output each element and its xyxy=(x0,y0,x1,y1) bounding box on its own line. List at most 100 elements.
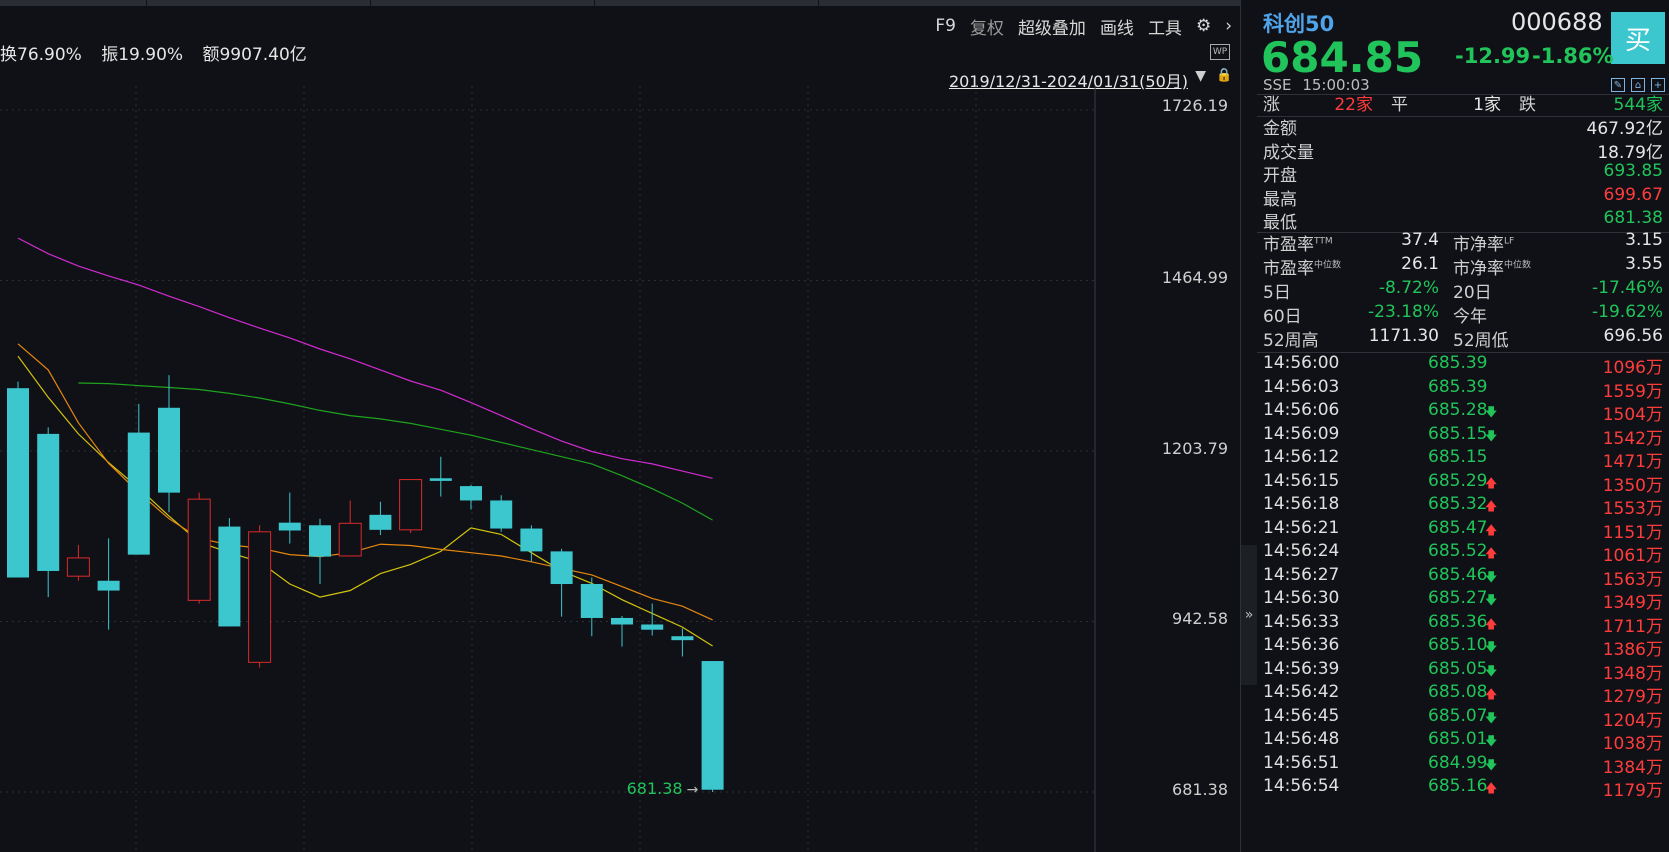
candle[interactable] xyxy=(97,538,120,630)
candle[interactable] xyxy=(369,501,392,536)
candle[interactable] xyxy=(37,427,60,598)
amplitude: 振19.90% xyxy=(101,45,184,65)
candlestick-chart[interactable]: 681.38 → xyxy=(0,86,1110,852)
candle[interactable] xyxy=(338,500,362,557)
price-axis-tick: 1464.99 xyxy=(1161,268,1228,287)
panel-divider xyxy=(1240,0,1241,852)
trade-price: 685.29 xyxy=(1428,470,1488,491)
f9-button[interactable]: F9 xyxy=(935,16,956,36)
valuation-row: 市盈率TTM 37.4 市净率LF 3.15 xyxy=(1263,230,1663,255)
arrow-down-icon: 🡇 xyxy=(1485,734,1498,748)
tools-button[interactable]: 工具 xyxy=(1148,14,1182,39)
draw-line-button[interactable]: 画线 xyxy=(1100,14,1134,39)
trade-price: 685.07 xyxy=(1428,705,1488,726)
lock-icon[interactable]: 🔒 xyxy=(1216,68,1232,84)
overlay-button[interactable]: 超级叠加 xyxy=(1018,14,1086,39)
trade-volume: 1038万 xyxy=(1602,734,1663,754)
stat-label: 金额 xyxy=(1263,119,1297,139)
arrow-up-icon: 🡅 xyxy=(1485,616,1498,631)
candle[interactable] xyxy=(460,484,482,510)
perf-row: 5日 -8.72% 20日 -17.46% xyxy=(1263,278,1663,303)
trade-amount: 额9907.40亿 xyxy=(202,45,307,65)
trade-row: 14:56:06 685.28 🡇 1504万 xyxy=(1263,400,1663,425)
trade-row: 14:56:36 685.10 🡇 1386万 xyxy=(1263,635,1663,660)
trade-price: 685.39 xyxy=(1428,353,1488,373)
trade-row: 14:56:12 685.15 1471万 xyxy=(1263,447,1663,472)
moving-average-line xyxy=(17,343,713,621)
up-count: 22家 xyxy=(1334,95,1373,115)
candle[interactable] xyxy=(278,492,301,544)
candle[interactable] xyxy=(520,525,543,562)
pb-value: 3.15 xyxy=(1625,230,1663,250)
trade-row: 14:56:24 685.52 🡅 1061万 xyxy=(1263,541,1663,566)
valuation-row: 市盈率中位数 26.1 市净率中位数 3.55 xyxy=(1263,254,1663,279)
price-change-pct: -1.86% xyxy=(1532,44,1614,68)
candle[interactable] xyxy=(580,577,603,637)
candle-body xyxy=(7,388,29,578)
candle[interactable] xyxy=(550,548,573,617)
candle-body xyxy=(671,636,694,641)
stat-row: 开盘 693.85 xyxy=(1263,161,1663,186)
candle[interactable] xyxy=(127,403,150,555)
candle-body xyxy=(611,617,633,625)
gear-icon[interactable]: ⚙ xyxy=(1196,16,1211,36)
up-label: 涨 xyxy=(1263,95,1280,115)
trade-volume: 1711万 xyxy=(1602,616,1663,637)
trade-row: 14:56:33 685.36 🡅 1711万 xyxy=(1263,612,1663,637)
caret-down-icon[interactable]: ▼ xyxy=(1195,68,1206,84)
stat-row: 金额 467.92亿 xyxy=(1263,114,1663,139)
arrow-down-icon: 🡇 xyxy=(1485,710,1498,725)
collapse-handle[interactable]: » xyxy=(1241,545,1257,685)
last-price: 684.85 xyxy=(1261,33,1424,82)
stat-value: 681.38 xyxy=(1603,208,1663,228)
arrow-down-icon: 🡇 xyxy=(1485,593,1498,607)
candle[interactable] xyxy=(641,603,664,636)
trade-volume: 1096万 xyxy=(1602,358,1663,378)
trade-price: 685.46 xyxy=(1428,564,1488,585)
fuquan-button[interactable]: 复权 xyxy=(970,14,1004,39)
candle-body xyxy=(550,551,573,585)
arrow-down-icon: 🡇 xyxy=(1485,428,1498,443)
market-breadth-row: 涨 22家 平 1家 跌 544家 xyxy=(1263,90,1663,115)
trade-price: 685.08 xyxy=(1428,682,1488,702)
wp-icon[interactable]: WP xyxy=(1210,44,1230,60)
trade-price: 685.28 xyxy=(1428,400,1488,420)
perf-label: 20日 xyxy=(1453,283,1492,303)
trade-volume: 1279万 xyxy=(1602,687,1663,707)
chart-info-bar: 换76.90% 振19.90% 额9907.40亿 xyxy=(0,40,321,65)
low-marker-arrow-icon: → xyxy=(687,782,699,798)
price-axis-tick: 942.58 xyxy=(1172,609,1228,628)
candle[interactable] xyxy=(158,375,180,513)
candle[interactable] xyxy=(701,661,724,792)
down-label: 跌 xyxy=(1519,95,1536,115)
stat-row: 最低 681.38 xyxy=(1263,208,1663,233)
week52-high-label: 52周高 xyxy=(1263,331,1319,351)
trade-volume: 1179万 xyxy=(1602,781,1663,801)
candle[interactable] xyxy=(490,495,513,532)
perf-value: -19.62% xyxy=(1592,302,1663,322)
chevron-right-icon[interactable]: › xyxy=(1225,16,1232,36)
trade-time: 14:56:12 xyxy=(1263,447,1340,467)
candle-body xyxy=(641,624,664,630)
arrow-down-icon: 🡇 xyxy=(1485,757,1498,772)
candle[interactable] xyxy=(309,518,331,585)
trade-time: 14:56:36 xyxy=(1263,635,1340,655)
candle[interactable] xyxy=(66,544,90,581)
candle[interactable] xyxy=(187,492,211,604)
perf-label: 60日 xyxy=(1263,307,1302,327)
pe-label: 市盈率TTM xyxy=(1263,235,1333,255)
trade-time: 14:56:15 xyxy=(1263,470,1340,491)
candle[interactable] xyxy=(7,381,29,578)
stat-row: 成交量 18.79亿 xyxy=(1263,138,1663,163)
price-axis-tick: 1203.79 xyxy=(1161,439,1228,458)
candle[interactable] xyxy=(218,518,241,627)
candle[interactable] xyxy=(248,525,272,668)
perf-value: -17.46% xyxy=(1592,278,1663,298)
candle[interactable] xyxy=(611,616,633,647)
candle[interactable] xyxy=(429,456,452,497)
trade-time: 14:56:06 xyxy=(1263,400,1340,420)
candle[interactable] xyxy=(399,479,423,534)
candle-body xyxy=(338,522,362,557)
flat-label: 平 xyxy=(1391,95,1408,115)
buy-button[interactable]: 买 xyxy=(1611,12,1665,64)
